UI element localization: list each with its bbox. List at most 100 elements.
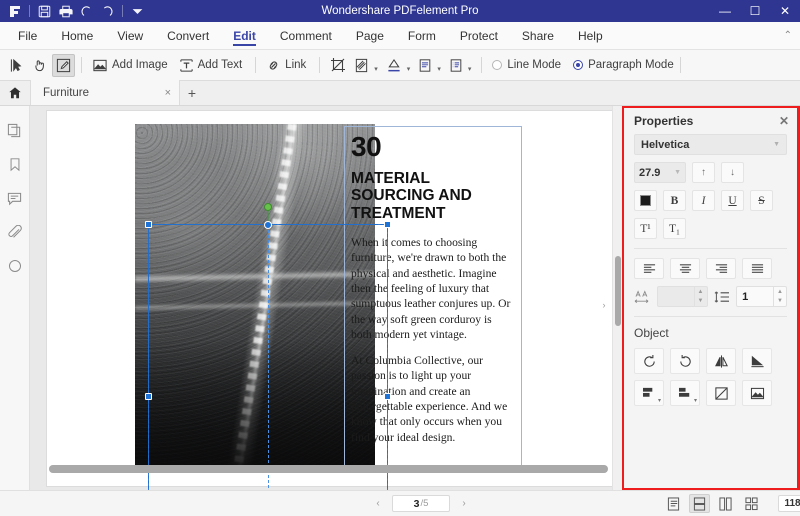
flip-horizontal-icon[interactable] [706,348,736,374]
photo-shadow [135,339,375,469]
panel-expand-chevron-icon[interactable]: › [599,292,609,318]
text-color-button[interactable] [634,190,657,211]
select-arrow-icon[interactable] [6,54,29,77]
crop-icon[interactable] [326,54,350,77]
text-mode-group: Line Mode Paragraph Mode [492,59,673,71]
distribute-objects-caret-icon[interactable]: ▾ [694,397,697,404]
header-footer-dropdown-caret-icon[interactable]: ▾ [437,65,441,73]
pdf-page[interactable]: 30 MATERIAL SOURCING AND TREATMENT When … [47,111,620,486]
menu-edit[interactable]: Edit [221,22,268,50]
edit-page-icon[interactable] [52,54,75,77]
increase-font-size-button[interactable]: ↑ [692,162,715,183]
paragraph-mode-radio-dot [573,60,583,70]
rotate-clockwise-icon[interactable] [670,348,700,374]
crop-object-icon[interactable] [706,380,736,406]
decrease-font-size-button[interactable]: ↓ [721,162,744,183]
flip-vertical-icon[interactable] [742,348,772,374]
menu-file[interactable]: File [6,22,49,50]
tab-furniture[interactable]: Furniture × [30,80,180,105]
align-left-icon[interactable] [634,258,664,279]
align-center-icon[interactable] [670,258,700,279]
font-family-select[interactable]: Helvetica ▼ [634,134,787,155]
menu-help[interactable]: Help [566,22,615,50]
line-mode-radio[interactable]: Line Mode [492,59,561,71]
attachments-icon[interactable] [4,221,26,243]
maximize-button[interactable]: ☐ [740,0,770,22]
font-size-chevron-down-icon[interactable]: ▼ [674,169,681,176]
menu-convert[interactable]: Convert [155,22,221,50]
bookmarks-icon[interactable] [4,153,26,175]
watermark-icon[interactable]: ▾ [350,54,382,77]
background-dropdown-caret-icon[interactable]: ▾ [407,65,411,73]
stamp-icon[interactable] [4,255,26,277]
undo-icon[interactable] [77,3,96,20]
thumbnail-grid-view-icon[interactable] [741,494,762,513]
continuous-scroll-view-icon[interactable] [689,494,710,513]
redo-icon[interactable] [98,3,117,20]
thumbnails-icon[interactable] [4,119,26,141]
chevron-down-icon[interactable]: ▼ [773,141,780,148]
add-text-button[interactable]: Add Text [175,54,250,77]
menu-page[interactable]: Page [344,22,396,50]
header-footer-icon[interactable]: ▾ [414,54,445,77]
single-page-view-icon[interactable] [663,494,684,513]
properties-header: Properties ✕ [624,108,797,134]
paragraph-mode-radio[interactable]: Paragraph Mode [573,59,674,71]
two-page-view-icon[interactable] [715,494,736,513]
watermark-dropdown-caret-icon[interactable]: ▾ [374,65,378,73]
bates-dropdown-caret-icon[interactable]: ▾ [468,65,472,73]
superscript-button[interactable]: T¹ [634,218,657,239]
menu-form[interactable]: Form [396,22,448,50]
add-image-button[interactable]: Add Image [88,54,175,77]
customize-caret-icon[interactable] [128,3,147,20]
text-block[interactable]: 30 MATERIAL SOURCING AND TREATMENT When … [344,126,522,466]
menu-home[interactable]: Home [49,22,105,50]
align-right-icon[interactable] [706,258,736,279]
subscript-button[interactable]: T₁ [663,218,686,239]
horizontal-scroll-thumb[interactable] [49,465,608,473]
line-spacing-input[interactable]: 1 ▲▼ [736,286,787,307]
bold-button[interactable]: B [663,190,686,211]
leather-photo-image[interactable] [135,124,375,469]
replace-image-icon[interactable] [742,380,772,406]
align-justify-icon[interactable] [742,258,772,279]
tab-close-icon[interactable]: × [165,87,171,99]
save-icon[interactable] [35,3,54,20]
collapse-ribbon-icon[interactable]: ⌃ [784,30,792,41]
next-page-button[interactable]: › [458,498,470,509]
comments-icon[interactable] [4,187,26,209]
close-button[interactable]: ✕ [770,0,800,22]
new-tab-button[interactable]: + [180,80,204,105]
italic-button[interactable]: I [692,190,715,211]
menu-protect[interactable]: Protect [448,22,510,50]
menu-share[interactable]: Share [510,22,566,50]
menu-comment[interactable]: Comment [268,22,344,50]
bates-numbering-icon[interactable]: ▾ [445,54,476,77]
rotate-counterclockwise-icon[interactable] [634,348,664,374]
background-icon[interactable]: ▾ [382,54,415,77]
toolbar-separator-3 [319,57,320,73]
character-spacing-input[interactable]: ▲▼ [657,286,708,307]
align-objects-caret-icon[interactable]: ▾ [658,397,661,404]
font-size-select[interactable]: 27.9 ▼ [634,162,686,183]
link-button[interactable]: Link [262,54,313,77]
home-icon[interactable] [0,80,30,105]
menu-view[interactable]: View [105,22,155,50]
document-vertical-scrollbar[interactable] [612,106,622,490]
print-icon[interactable] [56,3,75,20]
character-spacing-steppers[interactable]: ▲▼ [694,287,707,306]
page-number-input[interactable]: 3 /5 [392,495,450,512]
document-view[interactable]: 30 MATERIAL SOURCING AND TREATMENT When … [30,106,622,490]
hand-icon[interactable] [29,54,52,77]
strikethrough-button[interactable]: S [750,190,773,211]
properties-close-icon[interactable]: ✕ [779,114,789,128]
underline-button[interactable]: U [721,190,744,211]
align-objects-icon[interactable]: ▾ [634,380,664,406]
distribute-objects-icon[interactable]: ▾ [670,380,700,406]
previous-page-button[interactable]: ‹ [372,498,384,509]
minimize-button[interactable]: — [710,0,740,22]
vertical-scroll-thumb[interactable] [615,256,621,326]
line-spacing-steppers[interactable]: ▲▼ [773,287,786,306]
document-horizontal-scrollbar[interactable] [49,465,608,473]
zoom-level-value[interactable]: 118% [778,495,800,512]
